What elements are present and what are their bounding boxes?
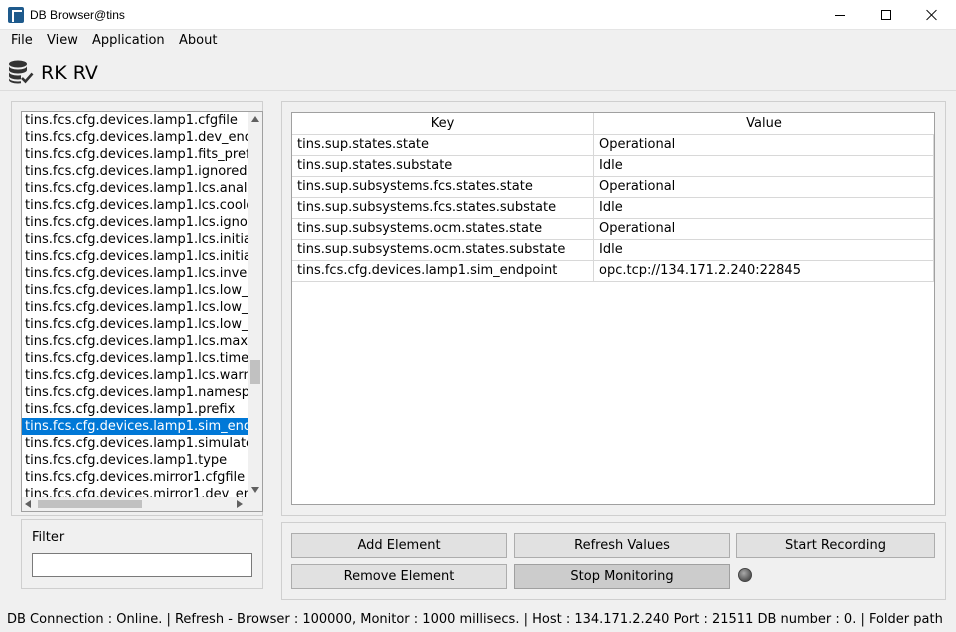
scroll-right-icon[interactable] [237, 500, 243, 508]
minimize-button[interactable] [817, 0, 863, 30]
window-title: DB Browser@tins [30, 8, 125, 22]
scroll-down-icon[interactable] [251, 487, 259, 493]
tree-list-item[interactable]: tins.fcs.cfg.devices.mirror1.dev_endpoin… [22, 486, 248, 497]
table-row[interactable]: tins.sup.states.substate Idle [292, 156, 934, 177]
scroll-left-icon[interactable] [25, 500, 31, 508]
tree-list-item[interactable]: tins.fcs.cfg.devices.lamp1.lcs.low_ [22, 282, 248, 299]
tree-vertical-scroll-thumb[interactable] [250, 360, 260, 384]
tree-list-item[interactable]: tins.fcs.cfg.devices.lamp1.ignored [22, 163, 248, 180]
status-bar: DB Connection : Online. | Refresh - Brow… [7, 612, 943, 627]
table-cell-key[interactable]: tins.sup.states.state [292, 135, 594, 155]
remove-element-button[interactable]: Remove Element [291, 564, 507, 589]
tree-list-item[interactable]: tins.fcs.cfg.devices.lamp1.lcs.analog [22, 180, 248, 197]
scroll-corner [248, 497, 262, 511]
menu-file[interactable]: File [11, 33, 33, 48]
table-cell-value[interactable]: Operational [594, 219, 934, 239]
table-cell-value[interactable]: Operational [594, 177, 934, 197]
table-cell-value[interactable]: Idle [594, 156, 934, 176]
maximize-button[interactable] [863, 0, 909, 30]
tree-list-item[interactable]: tins.fcs.cfg.devices.lamp1.prefix [22, 401, 248, 418]
tree-horizontal-scroll-thumb[interactable] [38, 500, 142, 508]
monitor-table[interactable]: Key Value tins.sup.states.state Operation… [291, 112, 935, 505]
app-brand: RK RV [41, 62, 98, 84]
tree-list-item[interactable]: tins.fcs.cfg.devices.lamp1.dev_endpoint [22, 129, 248, 146]
table-cell-value[interactable]: Idle [594, 240, 934, 260]
table-row[interactable]: tins.sup.subsystems.fcs.states.state Oper… [292, 177, 934, 198]
database-check-icon [9, 60, 34, 84]
recording-status-led-icon [738, 568, 752, 582]
table-cell-value[interactable]: opc.tcp://134.171.2.240:22845 [594, 261, 934, 281]
table-row[interactable]: tins.sup.subsystems.ocm.states.state Oper… [292, 219, 934, 240]
tree-horizontal-scrollbar[interactable] [22, 497, 248, 511]
table-row[interactable]: tins.fcs.cfg.devices.lamp1.sim_endpoint o… [292, 261, 934, 282]
table-cell-key[interactable]: tins.sup.subsystems.ocm.states.substate [292, 240, 594, 260]
tree-list-item[interactable]: tins.fcs.cfg.devices.lamp1.lcs.initial [22, 231, 248, 248]
tree-list-item[interactable]: tins.fcs.cfg.devices.lamp1.type [22, 452, 248, 469]
add-element-button[interactable]: Add Element [291, 533, 507, 558]
table-cell-key[interactable]: tins.sup.states.substate [292, 156, 594, 176]
table-cell-key[interactable]: tins.sup.subsystems.fcs.states.substate [292, 198, 594, 218]
title-bar: DB Browser@tins [0, 0, 956, 30]
stop-monitoring-button[interactable]: Stop Monitoring [514, 564, 730, 589]
tree-list-item[interactable]: tins.fcs.cfg.devices.lamp1.simulated [22, 435, 248, 452]
tree-list-item[interactable]: tins.fcs.cfg.devices.lamp1.lcs.inverted [22, 265, 248, 282]
scroll-up-icon[interactable] [251, 116, 259, 122]
table-row[interactable]: tins.sup.states.state Operational [292, 135, 934, 156]
key-tree-list[interactable]: tins.fcs.cfg.devices.lamp1.cfgfile tins.f… [21, 111, 263, 512]
tree-list-item[interactable]: tins.fcs.cfg.devices.lamp1.sim_endpoint [22, 418, 248, 435]
filter-label: Filter [32, 530, 65, 545]
tree-list-item[interactable]: tins.fcs.cfg.devices.lamp1.lcs.warmup [22, 367, 248, 384]
toolbar: RK RV [0, 53, 956, 91]
column-header-value[interactable]: Value [594, 113, 934, 135]
menu-about[interactable]: About [179, 33, 217, 48]
table-row[interactable]: tins.sup.subsystems.ocm.states.substate I… [292, 240, 934, 261]
tree-list-item[interactable]: tins.fcs.cfg.devices.lamp1.lcs.low_ [22, 299, 248, 316]
tree-list-item[interactable]: tins.fcs.cfg.devices.lamp1.lcs.timeout [22, 350, 248, 367]
table-cell-key[interactable]: tins.fcs.cfg.devices.lamp1.sim_endpoint [292, 261, 594, 281]
close-button[interactable] [909, 0, 955, 30]
table-header: Key Value [292, 113, 934, 135]
maximize-icon [881, 10, 891, 20]
refresh-values-button[interactable]: Refresh Values [514, 533, 730, 558]
table-cell-key[interactable]: tins.sup.subsystems.fcs.states.state [292, 177, 594, 197]
menu-view[interactable]: View [47, 33, 78, 48]
minimize-icon [835, 14, 845, 16]
app-logo-icon [8, 7, 24, 23]
tree-list-item[interactable]: tins.fcs.cfg.devices.lamp1.lcs.ignored [22, 214, 248, 231]
table-cell-key[interactable]: tins.sup.subsystems.ocm.states.state [292, 219, 594, 239]
tree-vertical-scrollbar[interactable] [248, 112, 262, 497]
tree-list-item[interactable]: tins.fcs.cfg.devices.lamp1.fits_prefix [22, 146, 248, 163]
close-icon [926, 9, 938, 21]
filter-input[interactable] [32, 553, 252, 577]
tree-list-item[interactable]: tins.fcs.cfg.devices.lamp1.namespace [22, 384, 248, 401]
tree-list-item[interactable]: tins.fcs.cfg.devices.mirror1.cfgfile [22, 469, 248, 486]
tree-list-item[interactable]: tins.fcs.cfg.devices.lamp1.cfgfile [22, 112, 248, 129]
column-header-key[interactable]: Key [292, 113, 594, 135]
menu-application[interactable]: Application [92, 33, 165, 48]
menu-bar: File View Application About [0, 30, 956, 52]
tree-list-item[interactable]: tins.fcs.cfg.devices.lamp1.lcs.cooldown [22, 197, 248, 214]
table-cell-value[interactable]: Operational [594, 135, 934, 155]
start-recording-button[interactable]: Start Recording [736, 533, 935, 558]
tree-list-item[interactable]: tins.fcs.cfg.devices.lamp1.lcs.low_ [22, 316, 248, 333]
tree-list-item[interactable]: tins.fcs.cfg.devices.lamp1.lcs.initial [22, 248, 248, 265]
tree-list-item[interactable]: tins.fcs.cfg.devices.lamp1.lcs.max [22, 333, 248, 350]
key-tree-items: tins.fcs.cfg.devices.lamp1.cfgfile tins.f… [22, 112, 248, 497]
table-cell-value[interactable]: Idle [594, 198, 934, 218]
table-row[interactable]: tins.sup.subsystems.fcs.states.substate I… [292, 198, 934, 219]
